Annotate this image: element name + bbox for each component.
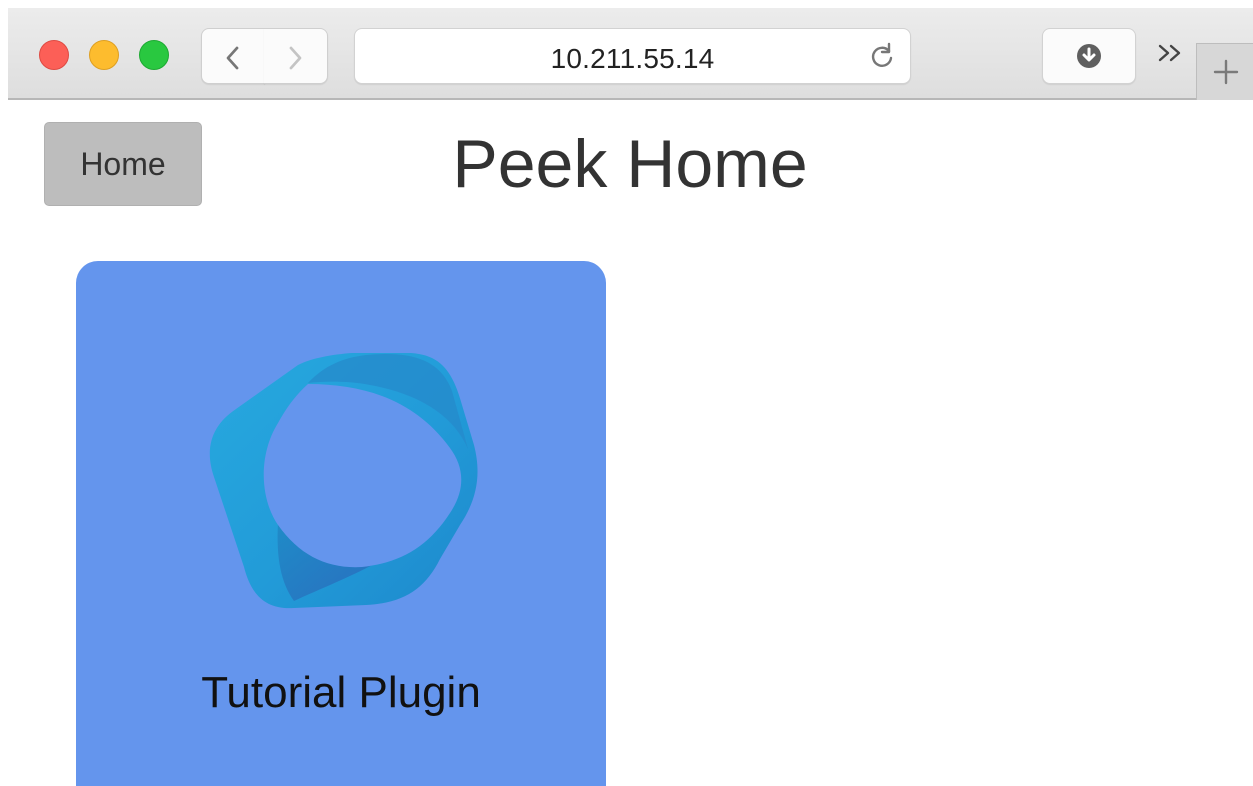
download-icon [1077,44,1101,68]
overflow-chevrons-icon[interactable] [1154,38,1188,68]
chevron-right-icon [289,46,302,70]
peek-logo-icon [209,353,478,609]
close-window-button[interactable] [39,40,69,70]
address-text: 10.211.55.14 [550,43,715,74]
minimize-window-button[interactable] [89,40,119,70]
forward-button[interactable] [264,28,328,84]
downloads-button[interactable] [1042,28,1136,84]
chevron-left-icon [226,46,239,70]
plugin-label: Tutorial Plugin [201,668,481,717]
address-bar[interactable]: 10.211.55.14 [354,28,911,84]
plus-icon [1213,59,1239,85]
page-title: Peek Home [452,126,808,202]
browser-toolbar: 10.211.55.14 [8,8,1253,100]
browser-window: 10.211.55.14 Home Peek Home Tutorial Plu… [0,0,1253,786]
new-tab-button[interactable] [1196,43,1253,100]
back-button[interactable] [201,28,265,84]
maximize-window-button[interactable] [139,40,169,70]
plugin-card-tutorial[interactable]: Tutorial Plugin [76,261,606,786]
reload-icon[interactable] [867,41,897,71]
